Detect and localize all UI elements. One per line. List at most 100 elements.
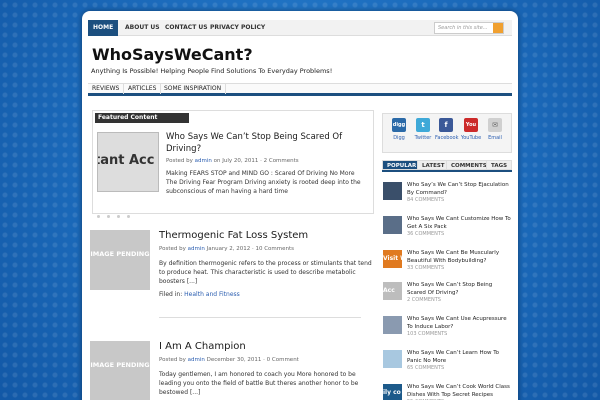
popular-comments-count: 84 COMMENTS — [407, 197, 445, 203]
popular-thumbnail[interactable]: ily co — [383, 384, 402, 400]
popular-title[interactable]: Who Says We Cant Use Acupressure To Indu… — [407, 315, 512, 331]
slider-dot[interactable] — [117, 215, 120, 218]
social-caption: Twitter — [414, 135, 432, 141]
popular-thumbnail[interactable] — [383, 182, 402, 200]
featured-content: Featured Content tant Acc Who Says We Ca… — [92, 110, 374, 218]
category-link[interactable]: Health and Fitness — [184, 291, 240, 298]
popular-thumbnail[interactable] — [383, 350, 402, 368]
filed-prefix: Filed in: — [159, 291, 183, 298]
digg-icon: digg — [392, 118, 406, 132]
twitter-icon: t — [416, 118, 430, 132]
social-youtube[interactable]: You YouTube — [460, 118, 482, 141]
popular-thumbnail[interactable]: Acc — [383, 282, 402, 300]
search-placeholder: Search in this site... — [438, 25, 488, 31]
divider — [159, 317, 361, 318]
popular-item[interactable]: Who Says We Cant Customize How To Get A … — [382, 213, 512, 247]
post-date: January 2, 2012 · — [206, 246, 254, 252]
social-digg[interactable]: digg Digg — [388, 118, 410, 141]
slider-dot[interactable] — [107, 215, 110, 218]
popular-comments-count: 33 COMMENTS — [407, 265, 445, 271]
featured-label: Featured Content — [95, 113, 189, 123]
social-bar: digg Digg t Twitter f Facebook You YouTu… — [382, 113, 512, 153]
author-link[interactable]: admin — [188, 246, 205, 252]
social-caption: YouTube — [460, 135, 482, 141]
post-meta: Posted by admin January 2, 2012 · 10 Com… — [159, 246, 294, 252]
nav-privacy-policy[interactable]: PRIVACY POLICY — [205, 20, 270, 36]
popular-comments-count: 65 COMMENTS — [407, 365, 445, 371]
page-container: HOME ABOUT US CONTACT US PRIVACY POLICY … — [82, 11, 518, 400]
youtube-icon: You — [464, 118, 478, 132]
popular-title[interactable]: Who Says We Cant Be Muscularly Beautiful… — [407, 249, 512, 265]
popular-thumbnail[interactable]: Visit W — [383, 250, 402, 268]
post-title[interactable]: I Am A Champion — [159, 341, 246, 352]
popular-thumbnail[interactable] — [383, 316, 402, 334]
post-excerpt: By definition thermogenic refers to the … — [159, 260, 372, 285]
featured-meta: Posted by admin on July 20, 2011 · 2 Com… — [166, 158, 299, 164]
post-date: December 30, 2011 · — [206, 357, 265, 363]
social-email[interactable]: ✉ Email — [484, 118, 506, 141]
popular-item[interactable]: Visit W Who Says We Cant Be Muscularly Be… — [382, 247, 512, 281]
popular-item[interactable]: Who Says We Can’t Learn How To Panic No … — [382, 347, 512, 381]
author-link[interactable]: admin — [188, 357, 205, 363]
slider-dot[interactable] — [127, 215, 130, 218]
social-twitter[interactable]: t Twitter — [412, 118, 434, 141]
nav-some-inspiration[interactable]: SOME INSPIRATION — [160, 84, 227, 94]
tab-tags[interactable]: TAGS — [486, 160, 513, 170]
sidebar-tabs: POPULAR LATEST COMMENTS TAGS — [382, 160, 513, 172]
post-meta: Posted by admin December 30, 2011 · 0 Co… — [159, 357, 299, 363]
popular-item[interactable]: ily co Who Says We Can’t Cook World Class… — [382, 381, 512, 400]
nav-reviews[interactable]: REVIEWS — [88, 84, 125, 94]
site-tagline: Anything Is Possible! Helping People Fin… — [91, 67, 333, 75]
social-caption: Email — [488, 135, 502, 141]
popular-comments-count: 103 COMMENTS — [407, 331, 448, 337]
popular-title[interactable]: Who Say’s We Can’t Stop Ejaculation By C… — [407, 181, 512, 197]
meta-prefix: Posted by — [159, 357, 186, 363]
meta-prefix: Posted by — [166, 158, 193, 164]
popular-title[interactable]: Who Says We Can’t Cook World Class Dishe… — [407, 383, 512, 399]
featured-excerpt: Making FEARS STOP and MIND GO : Scared O… — [166, 170, 361, 195]
image-placeholder[interactable]: IMAGE PENDING — [90, 341, 150, 400]
nav-home[interactable]: HOME — [88, 20, 119, 36]
facebook-icon: f — [439, 118, 453, 132]
comments-link[interactable]: 0 Comment — [267, 357, 299, 363]
search-input[interactable]: Search in this site... — [434, 22, 504, 34]
slider-dot[interactable] — [97, 215, 100, 218]
featured-thumbnail-text: tant Acc — [97, 153, 155, 168]
popular-comments-count: 2 COMMENTS — [407, 297, 441, 303]
meta-prefix: Posted by — [159, 246, 186, 252]
popular-thumbnail-text: Acc — [383, 287, 395, 294]
tab-comments[interactable]: COMMENTS — [446, 160, 492, 170]
social-facebook[interactable]: f Facebook — [435, 118, 459, 141]
email-icon: ✉ — [488, 118, 502, 132]
popular-item[interactable]: Who Say’s We Can’t Stop Ejaculation By C… — [382, 179, 512, 213]
popular-thumbnail-text: ily co — [383, 389, 401, 396]
popular-comments-count: 36 COMMENTS — [407, 231, 445, 237]
tab-popular[interactable]: POPULAR — [382, 160, 422, 170]
popular-title[interactable]: Who Says We Cant Customize How To Get A … — [407, 215, 512, 231]
post-excerpt: Today gentlemen, I am honored to coach y… — [159, 371, 359, 396]
popular-title[interactable]: Who Says We Can’t Learn How To Panic No … — [407, 349, 512, 365]
tab-latest[interactable]: LATEST — [417, 160, 450, 170]
author-link[interactable]: admin — [195, 158, 212, 164]
popular-item[interactable]: Acc Who Says We Can’t Stop Being Scared O… — [382, 279, 512, 313]
nav-about-us[interactable]: ABOUT US — [120, 20, 165, 36]
search-button[interactable] — [493, 23, 503, 33]
popular-thumbnail-text: Visit W — [383, 255, 402, 262]
image-placeholder[interactable]: IMAGE PENDING — [90, 230, 150, 290]
featured-title[interactable]: Who Says We Can’t Stop Being Scared Of D… — [166, 131, 361, 155]
social-caption: Digg — [393, 135, 405, 141]
post-title[interactable]: Thermogenic Fat Loss System — [159, 230, 308, 241]
meta-date: on July 20, 2011 · — [213, 158, 262, 164]
category-navigation: REVIEWS ARTICLES SOME INSPIRATION — [88, 83, 512, 96]
popular-item[interactable]: Who Says We Cant Use Acupressure To Indu… — [382, 313, 512, 347]
comments-link[interactable]: 10 Comments — [255, 246, 294, 252]
site-title[interactable]: WhoSaysWeCant? — [92, 45, 253, 64]
top-navigation: HOME ABOUT US CONTACT US PRIVACY POLICY … — [88, 20, 512, 36]
featured-thumbnail[interactable]: tant Acc — [97, 132, 159, 192]
popular-thumbnail[interactable] — [383, 216, 402, 234]
comments-link[interactable]: 2 Comments — [264, 158, 299, 164]
post-filed: Filed in: Health and Fitness — [159, 291, 240, 298]
social-caption: Facebook — [435, 135, 459, 141]
nav-articles[interactable]: ARTICLES — [124, 84, 162, 94]
popular-title[interactable]: Who Says We Can’t Stop Being Scared Of D… — [407, 281, 512, 297]
